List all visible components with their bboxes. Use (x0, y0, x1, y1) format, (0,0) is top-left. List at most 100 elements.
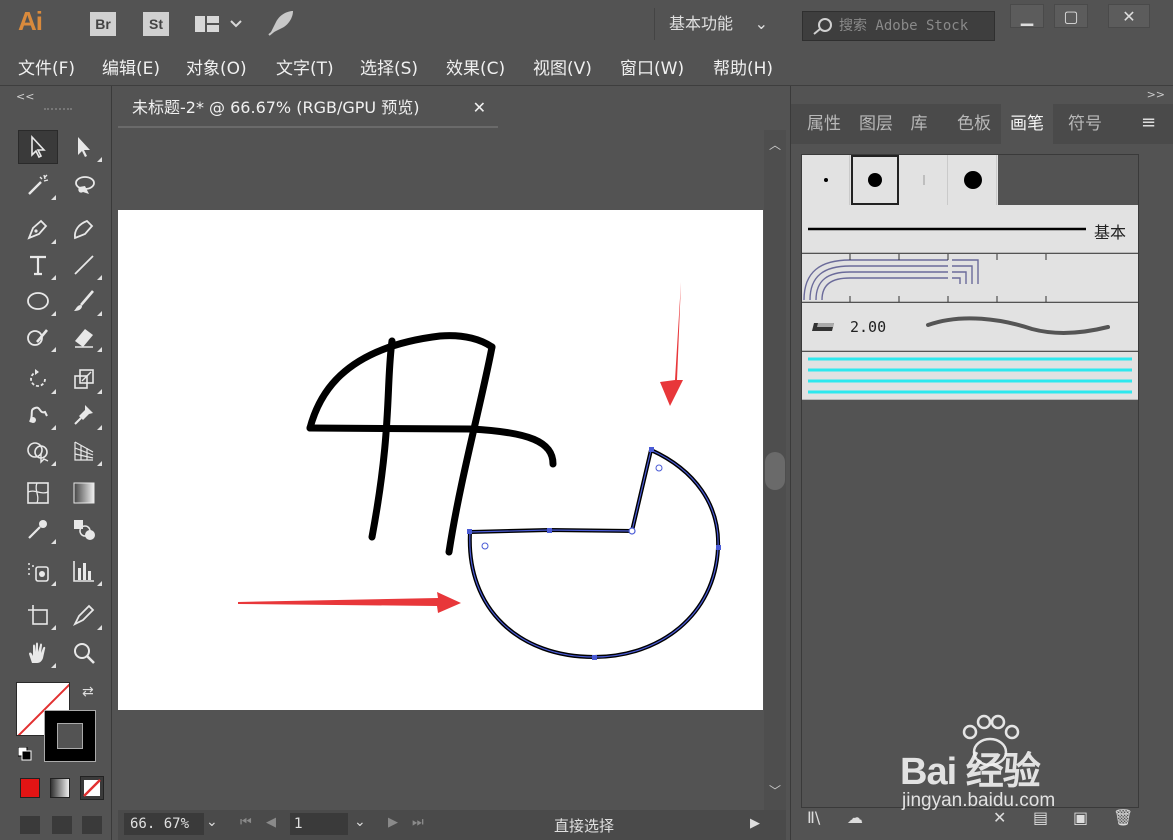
slice-tool[interactable] (64, 598, 104, 632)
eraser-tool[interactable] (64, 320, 104, 354)
vertical-scrollbar[interactable]: ︿ ﹀ (764, 130, 786, 810)
menu-type[interactable]: 文字(T) (276, 54, 334, 79)
brush-row-cyan[interactable] (802, 352, 1138, 400)
brush-thumb-medium[interactable] (851, 155, 899, 205)
gradient-tool[interactable] (64, 476, 104, 510)
stroke-horizontal[interactable] (306, 424, 557, 468)
draw-behind-button[interactable] (52, 816, 72, 834)
arrange-documents-button[interactable] (193, 12, 243, 36)
zoom-dropdown-icon[interactable]: ⌄ (206, 814, 218, 830)
gpu-performance-button[interactable] (266, 8, 296, 38)
brush-libraries-icon[interactable]: Ⅱ\ (807, 808, 820, 827)
stroke-swatch[interactable] (44, 710, 96, 762)
menu-select[interactable]: 选择(S) (360, 54, 418, 79)
expand-panels-icon[interactable]: >> (1147, 88, 1165, 101)
rotate-tool[interactable] (18, 362, 58, 396)
default-fill-stroke-icon[interactable] (17, 746, 32, 761)
stroke-left-vertical[interactable] (368, 337, 396, 541)
paintbrush-tool[interactable] (64, 284, 104, 318)
shape-builder-tool[interactable] (18, 434, 58, 468)
ellipse-tool[interactable] (18, 284, 58, 318)
close-document-icon[interactable]: ✕ (473, 88, 486, 128)
new-brush-icon[interactable]: ▣ (1073, 808, 1088, 827)
brush-thumb-large[interactable] (949, 155, 997, 205)
menu-file[interactable]: 文件(F) (18, 54, 75, 79)
selection-tool[interactable] (18, 130, 58, 164)
brush-row-pattern[interactable] (802, 254, 1138, 302)
type-tool[interactable] (18, 248, 58, 282)
artboard[interactable] (118, 210, 763, 710)
stock-search-input[interactable]: 搜索 Adobe Stock (802, 11, 995, 41)
perspective-grid-tool[interactable] (64, 434, 104, 468)
stock-button[interactable]: St (143, 12, 169, 36)
tab-libraries[interactable]: 库 (903, 104, 935, 144)
brush-row-basic[interactable]: 基本 (802, 205, 1138, 253)
live-corner-widget-2[interactable] (481, 542, 489, 550)
tab-brushes[interactable]: 画笔 (1001, 104, 1053, 144)
live-corner-widget[interactable] (655, 464, 663, 472)
delete-brush-icon[interactable]: 🗑 (1113, 808, 1133, 827)
symbol-sprayer-tool[interactable] (18, 554, 58, 588)
direct-selection-tool[interactable] (64, 130, 104, 164)
status-menu-arrow-icon[interactable]: ▶ (750, 816, 760, 831)
first-artboard-icon[interactable]: ⏮ (240, 815, 252, 830)
close-window-button[interactable]: ✕ (1108, 4, 1150, 28)
scrollbar-thumb[interactable] (765, 452, 785, 490)
draw-inside-button[interactable] (82, 816, 102, 834)
document-tab[interactable]: 未标题-2* @ 66.67% (RGB/GPU 预览) ✕ (118, 88, 498, 128)
lasso-tool[interactable] (64, 168, 104, 202)
brush-thumb-thin[interactable] (900, 155, 948, 205)
scroll-down-icon[interactable]: ﹀ (769, 782, 781, 799)
scroll-up-icon[interactable]: ︿ (769, 136, 781, 153)
selected-anchor[interactable] (628, 527, 636, 535)
last-artboard-icon[interactable]: ⏭ (412, 815, 424, 830)
maximize-button[interactable]: ▢ (1054, 4, 1088, 28)
brush-thumb-small[interactable] (802, 155, 850, 205)
gradient-mode-button[interactable] (50, 778, 70, 798)
scale-tool[interactable] (64, 362, 104, 396)
zoom-level-field[interactable]: 66. 67% (124, 813, 204, 835)
tab-properties[interactable]: 属性 (799, 104, 849, 144)
column-graph-tool[interactable] (64, 554, 104, 588)
mesh-tool[interactable] (18, 476, 58, 510)
bridge-button[interactable]: Br (90, 12, 116, 36)
pen-tool[interactable] (18, 212, 58, 246)
minimize-button[interactable]: ▁ (1010, 4, 1044, 28)
magic-wand-tool[interactable] (18, 168, 58, 202)
tab-symbols[interactable]: 符号 (1059, 104, 1111, 144)
stroke-right-vertical[interactable] (445, 343, 496, 556)
eyedropper-tool[interactable] (18, 512, 58, 546)
menu-object[interactable]: 对象(O) (186, 54, 247, 79)
next-artboard-icon[interactable]: ▶ (388, 815, 398, 830)
blend-tool[interactable] (64, 512, 104, 546)
draw-normal-button[interactable] (20, 816, 40, 834)
warp-tool[interactable] (18, 398, 58, 432)
menu-help[interactable]: 帮助(H) (713, 54, 773, 79)
zoom-tool[interactable] (64, 636, 104, 670)
current-tool-status[interactable]: 直接选择 (554, 815, 614, 836)
artboard-tool[interactable] (18, 598, 58, 632)
puppet-warp-tool[interactable] (64, 398, 104, 432)
swap-fill-stroke-icon[interactable]: ⇄ (82, 684, 94, 700)
hand-tool[interactable] (18, 636, 58, 670)
line-segment-tool[interactable] (64, 248, 104, 282)
none-mode-button[interactable] (80, 776, 104, 800)
artboard-number-field[interactable]: 1 (290, 813, 348, 835)
menu-view[interactable]: 视图(V) (533, 54, 592, 79)
panel-grip[interactable] (44, 108, 72, 114)
brush-row-art[interactable]: 2.00 (802, 303, 1138, 351)
collapse-panel-icon[interactable]: << (16, 90, 34, 103)
workspace-switcher[interactable]: 基本功能 ⌄ (654, 8, 774, 40)
tab-swatches[interactable]: 色板 (949, 104, 999, 144)
stroke-arc-top[interactable] (306, 332, 496, 432)
menu-effect[interactable]: 效果(C) (446, 54, 505, 79)
panel-menu-icon[interactable]: ≡ (1141, 112, 1156, 133)
menu-window[interactable]: 窗口(W) (620, 54, 684, 79)
menu-edit[interactable]: 编辑(E) (102, 54, 160, 79)
artboard-dropdown-icon[interactable]: ⌄ (354, 814, 366, 830)
color-mode-button[interactable] (20, 778, 40, 798)
previous-artboard-icon[interactable]: ◀ (266, 815, 276, 830)
shaper-tool[interactable] (18, 320, 58, 354)
tab-layers[interactable]: 图层 (851, 104, 901, 144)
libraries-panel-icon[interactable]: ☁ (847, 808, 863, 827)
